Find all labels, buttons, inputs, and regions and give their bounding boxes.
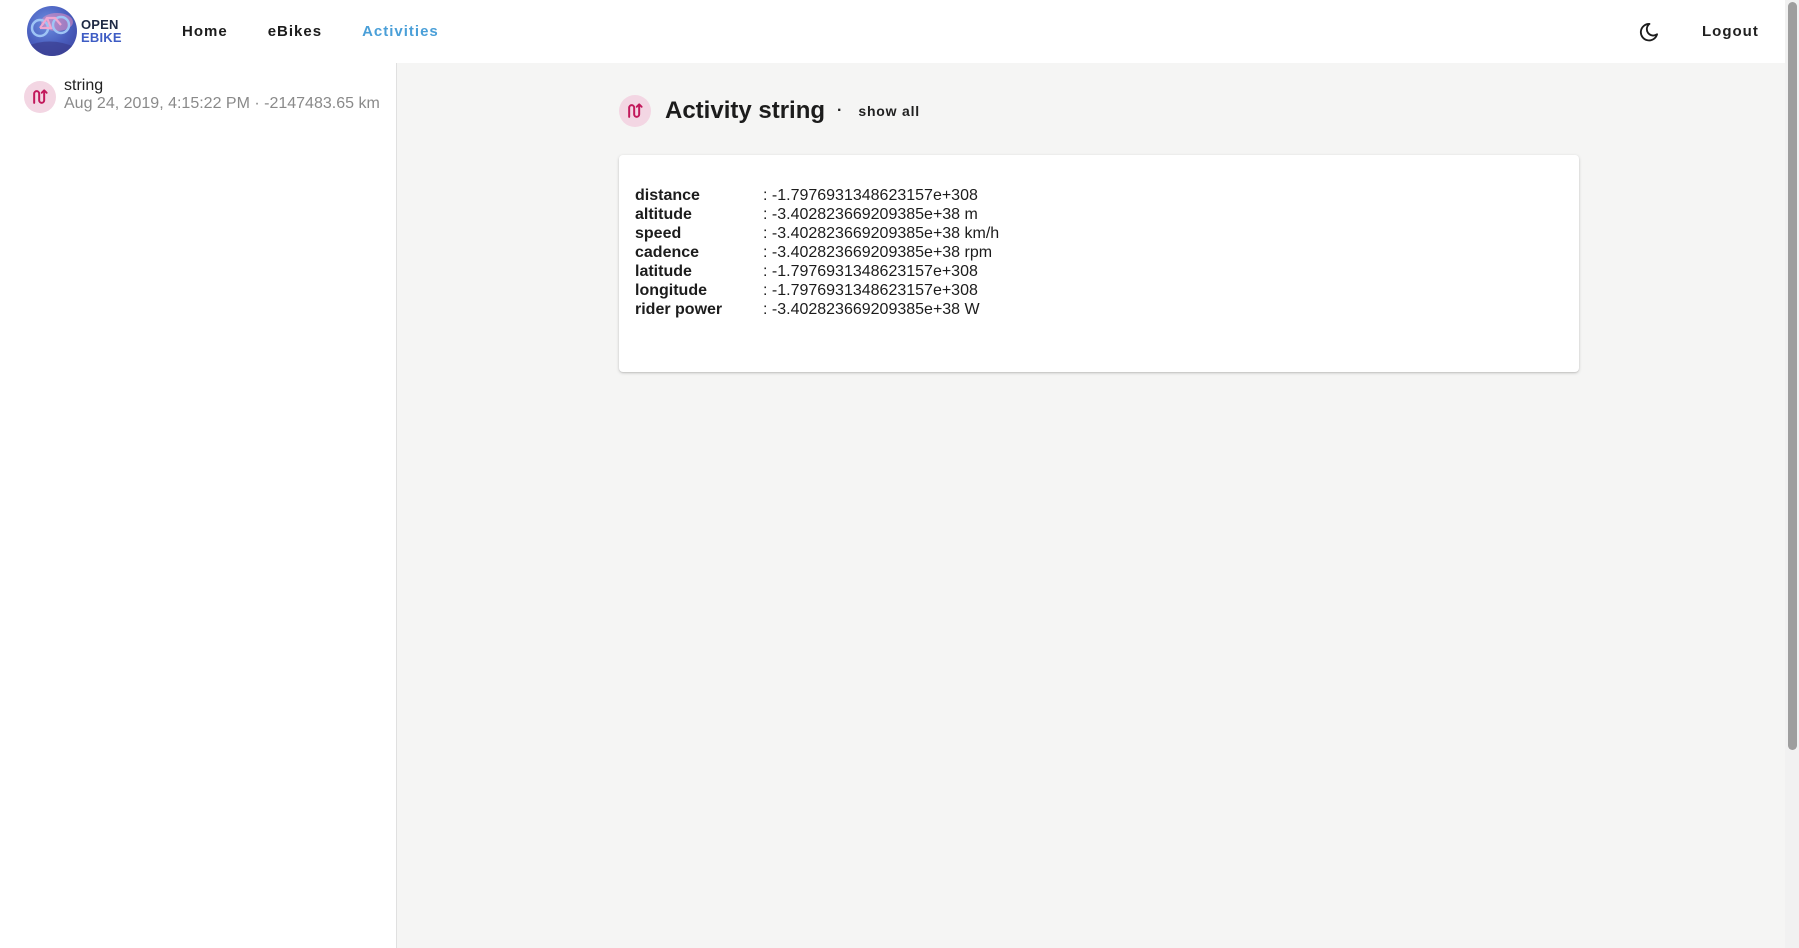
property-value: : -3.402823669209385e+38 m [763,206,978,223]
nav-home[interactable]: Home [162,15,248,48]
logo-text-ebike: EBIKE [81,30,122,45]
property-row-altitude: altitude : -3.402823669209385e+38 m [635,205,999,224]
moon-icon [1639,23,1658,42]
property-row-speed: speed : -3.402823669209385e+38 km/h [635,224,999,243]
property-key: latitude [635,263,692,280]
sidebar-activity-item[interactable]: string Aug 24, 2019, 4:15:22 PM · -21474… [0,73,396,121]
nav-activities[interactable]: Activities [342,15,459,48]
activities-sidebar: string Aug 24, 2019, 4:15:22 PM · -21474… [0,63,397,948]
app-bar: OPEN EBIKE Home eBikes Activities Logout [0,0,1785,63]
page-scrollbar[interactable] [1785,0,1799,948]
page-title: Activity string [665,97,826,124]
main-nav: Home eBikes Activities [162,0,459,63]
show-all-button[interactable]: show all [852,99,926,123]
property-value: : -3.402823669209385e+38 W [763,301,980,318]
bike-logo-icon [27,6,77,56]
property-row-cadence: cadence : -3.402823669209385e+38 rpm [635,243,999,262]
theme-toggle-button[interactable] [1636,19,1662,45]
property-value: : -1.7976931348623157e+308 [763,187,978,204]
property-value: : -3.402823669209385e+38 rpm [763,244,993,261]
property-key: longitude [635,282,707,299]
property-key: altitude [635,206,692,223]
property-key: cadence [635,244,700,261]
property-row-distance: distance : -1.7976931348623157e+308 [635,186,999,205]
property-value: : -1.7976931348623157e+308 [763,263,978,280]
property-list: distance : -1.7976931348623157e+308 alti… [635,186,999,319]
property-value: : -1.7976931348623157e+308 [763,282,978,299]
activity-heading: Activity string · show all [619,95,926,127]
route-icon [628,103,643,118]
property-row-latitude: latitude : -1.7976931348623157e+308 [635,262,999,281]
property-row-rider-power: rider power : -3.402823669209385e+38 W [635,300,999,319]
activity-heading-avatar [619,95,651,127]
property-key: distance [635,187,700,204]
scrollbar-thumb[interactable] [1788,2,1797,750]
route-icon [33,89,48,104]
property-row-longitude: longitude : -1.7976931348623157e+308 [635,281,999,300]
property-key: speed [635,225,682,242]
property-value: : -3.402823669209385e+38 km/h [763,225,1000,242]
property-key: rider power [635,301,723,318]
activity-avatar [24,81,56,113]
app-logo[interactable]: OPEN EBIKE [27,6,122,56]
logout-button[interactable]: Logout [1686,0,1775,63]
activity-title: string [64,77,104,94]
nav-ebikes[interactable]: eBikes [248,15,342,48]
title-separator: · [837,102,843,119]
main-content: Activity string · show all distance : -1… [397,63,1785,948]
activity-details-card: distance : -1.7976931348623157e+308 alti… [619,155,1579,372]
activity-subtitle: Aug 24, 2019, 4:15:22 PM · -2147483.65 k… [64,95,380,112]
